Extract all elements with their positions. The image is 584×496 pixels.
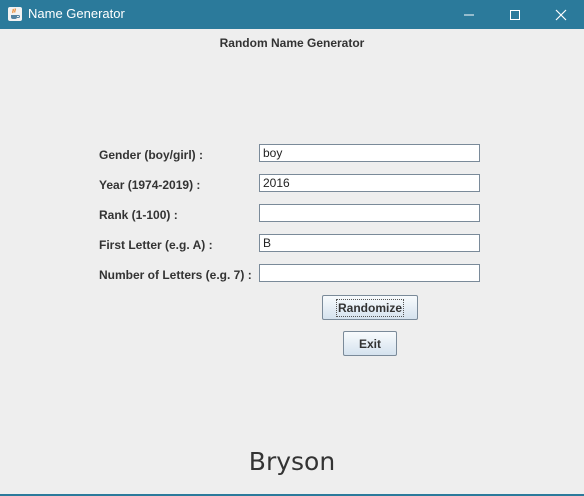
maximize-icon xyxy=(510,9,520,20)
year-input[interactable] xyxy=(259,174,480,192)
rank-label: Rank (1-100) : xyxy=(99,208,178,222)
gender-input[interactable] xyxy=(259,144,480,162)
letter-count-input[interactable] xyxy=(259,264,480,282)
first-letter-label: First Letter (e.g. A) : xyxy=(99,238,213,252)
window-title: Name Generator xyxy=(28,6,125,21)
rank-input[interactable] xyxy=(259,204,480,222)
randomize-button[interactable]: Randomize xyxy=(322,295,418,320)
minimize-button[interactable] xyxy=(446,0,492,29)
generated-name: Bryson xyxy=(248,447,336,476)
form-heading: Random Name Generator xyxy=(219,36,365,50)
exit-button[interactable]: Exit xyxy=(343,331,397,356)
letter-count-label: Number of Letters (e.g. 7) : xyxy=(99,268,252,282)
year-label: Year (1974-2019) : xyxy=(99,178,201,192)
minimize-icon xyxy=(464,14,474,15)
content-panel: Random Name Generator Gender (boy/girl) … xyxy=(0,29,584,494)
randomize-label: Randomize xyxy=(335,298,404,317)
maximize-button[interactable] xyxy=(492,0,538,29)
title-bar[interactable]: Name Generator xyxy=(0,0,584,29)
first-letter-input[interactable] xyxy=(259,234,480,252)
gender-label: Gender (boy/girl) : xyxy=(99,148,204,162)
close-icon xyxy=(555,9,567,20)
close-button[interactable] xyxy=(538,0,584,29)
java-cup-icon xyxy=(8,7,22,21)
app-window: Name Generator Random Name Generator Gen… xyxy=(0,0,584,496)
